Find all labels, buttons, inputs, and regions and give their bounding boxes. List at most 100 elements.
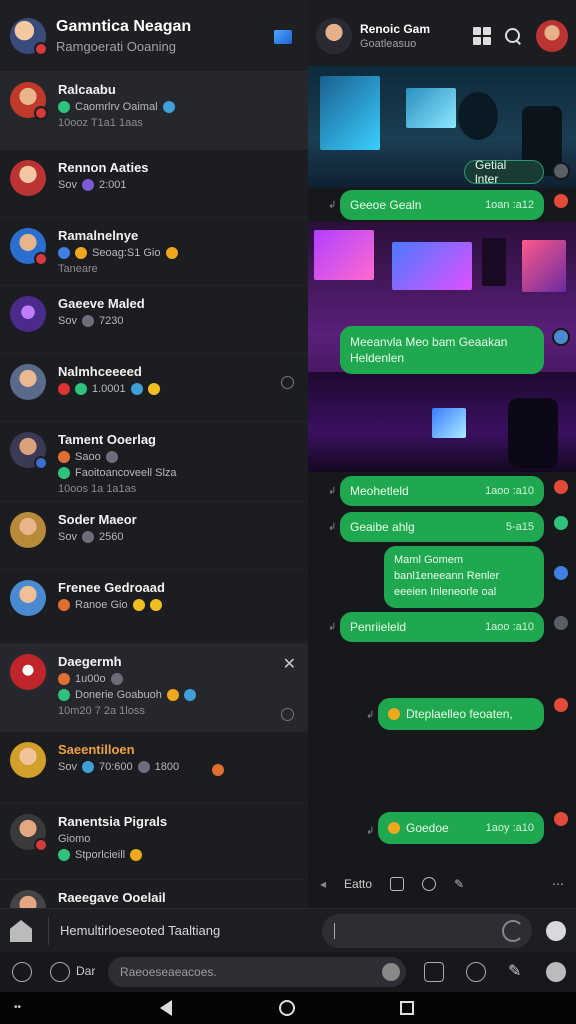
avatar[interactable] <box>316 18 352 54</box>
grid-icon[interactable] <box>473 27 491 45</box>
pen-icon[interactable]: ✎ <box>454 877 464 891</box>
chat-preview: Saoo <box>58 451 298 463</box>
voice-icon[interactable]: ◂ <box>320 877 326 891</box>
toolbar-label[interactable]: Eatto <box>344 877 372 891</box>
message-bubble[interactable]: Goedoe 1aoy :a10 <box>378 812 544 844</box>
leaf-icon <box>58 849 70 861</box>
reply-icon[interactable]: ↲ <box>328 200 336 211</box>
avatar <box>10 364 46 400</box>
mic-icon[interactable] <box>382 963 400 981</box>
avatar <box>10 580 46 616</box>
smiley-icon <box>388 708 400 720</box>
message-bubble[interactable]: Dteplaelleo feoaten, <box>378 698 544 730</box>
recents-icon[interactable] <box>400 1001 414 1015</box>
back-icon[interactable] <box>160 1000 172 1016</box>
list-item[interactable]: ✕ Daegermh 1u00o Donerie Goabuoh 10m20 7… <box>0 644 308 732</box>
list-item[interactable]: Tament Ooerlag Saoo Faoitoancoveell Slza… <box>0 422 308 502</box>
reply-icon[interactable]: ↲ <box>328 522 336 533</box>
search-input[interactable]: Raeoeseaeacoes. <box>108 957 406 987</box>
chat-preview: Ranoe Gio <box>58 599 298 611</box>
list-item[interactable]: Ranentsia Pigrals Giomo Stporlcieill <box>0 804 308 880</box>
smiley-icon <box>388 822 400 834</box>
compose-icon[interactable] <box>274 30 292 44</box>
home-icon[interactable] <box>10 920 32 942</box>
reply-icon[interactable]: ↲ <box>328 622 336 633</box>
monitor-image <box>314 230 374 280</box>
message-bubble[interactable]: Meohetleld 1aoo :a10 <box>340 476 544 506</box>
avatar[interactable] <box>10 17 48 56</box>
camera-icon[interactable] <box>422 877 437 891</box>
chat-preview: Giomo <box>58 833 91 845</box>
reply-icon[interactable]: ↲ <box>366 710 374 721</box>
list-item[interactable]: Frenee Gedroaad Ranoe Gio <box>0 570 308 644</box>
reaction-icon <box>110 673 123 685</box>
settings-icon[interactable] <box>546 921 566 941</box>
reaction-icon[interactable] <box>552 810 570 828</box>
list-item[interactable]: Saeentilloen Sov 70:600 1800 <box>0 732 308 804</box>
profile-icon[interactable] <box>12 962 32 982</box>
reaction-icon[interactable] <box>552 192 570 210</box>
globe-icon <box>81 761 94 773</box>
sticker-icon[interactable] <box>390 877 405 891</box>
shield-icon[interactable] <box>466 962 486 982</box>
home-button-icon[interactable] <box>279 1000 295 1016</box>
list-item[interactable]: Nalmhceeeed 1.0001 <box>0 354 308 422</box>
timer-icon[interactable] <box>50 962 70 982</box>
gallery-icon[interactable] <box>424 962 444 982</box>
composer-label: Hemultirloeseoted Taaltiang <box>60 923 221 938</box>
star-icon <box>149 599 162 611</box>
avatar <box>10 82 48 120</box>
reply-icon[interactable]: ↲ <box>366 826 374 837</box>
status-ring-icon <box>281 376 294 389</box>
more-icon[interactable]: ⋯ <box>552 877 564 891</box>
reaction-icon[interactable] <box>552 162 570 180</box>
plant-icon[interactable] <box>546 962 566 982</box>
reaction-icon[interactable] <box>552 564 570 582</box>
monitor-image <box>522 240 566 292</box>
emoji-icon[interactable] <box>502 920 524 942</box>
list-item[interactable]: Ralcaabu Caomrlrv Oaimal 10ooz T1a1 1aas <box>0 72 308 150</box>
list-item[interactable]: Soder Maeor Sov 2560 <box>0 502 308 570</box>
reaction-icon[interactable] <box>552 696 570 714</box>
text-caret <box>334 923 335 939</box>
monitor-image <box>406 88 456 128</box>
bottom-bar: Dar Raeoeseaeacoes. ✎ <box>0 952 576 992</box>
message-bubble[interactable]: Geeoe Gealn 1oan :a12 <box>340 190 544 220</box>
pen-icon[interactable]: ✎ <box>508 962 528 982</box>
message-bubble[interactable]: Penriieleld 1aoo :a10 <box>340 612 544 642</box>
message-bubble[interactable]: Maml Gomem banl1eneeann Renler eeeien In… <box>384 546 544 608</box>
leaf-icon <box>75 383 87 395</box>
reaction-icon <box>58 383 70 395</box>
avatar[interactable] <box>536 20 568 52</box>
close-icon[interactable]: ✕ <box>283 654 296 674</box>
chat-preview: Faoitoancoveell Slza <box>58 467 298 479</box>
list-item[interactable]: Gaeeve Maled Sov 7230 <box>0 286 308 354</box>
chat-name: Ralcaabu <box>58 82 116 97</box>
avatar <box>10 814 48 852</box>
message-bubble[interactable]: Geaibe ahlg 5-a15 <box>340 512 544 542</box>
list-item[interactable]: Rennon Aaties Sov 2:001 <box>0 150 308 218</box>
message-input[interactable] <box>322 914 532 948</box>
chat-preview: Sov 2560 <box>58 531 124 543</box>
list-item[interactable]: Ramalnelnye Seoag:S1 Gio Taneare <box>0 218 308 286</box>
reaction-icon[interactable] <box>552 514 570 532</box>
status-badge <box>34 252 48 266</box>
reaction-icon[interactable] <box>552 328 570 346</box>
composer-bar: Hemultirloeseoted Taaltiang <box>0 908 576 952</box>
monitor-image <box>320 76 380 150</box>
reaction-icon[interactable] <box>552 614 570 632</box>
search-placeholder: Raeoeseaeacoes. <box>120 965 217 979</box>
message-bubble[interactable]: Getial lnter <box>464 158 544 186</box>
globe-icon <box>183 689 196 701</box>
chat-name: Ranentsia Pigrals <box>58 814 168 829</box>
smiley-icon <box>166 689 179 701</box>
search-icon[interactable] <box>505 27 522 45</box>
list-item[interactable]: Raeegave Ooelail <box>0 880 308 908</box>
bottom-label[interactable]: Dar <box>76 964 95 978</box>
message-bubble[interactable]: Meeanvla Meo bam Geaakan Heldenlen <box>340 326 544 374</box>
reply-icon[interactable]: ↲ <box>328 486 336 497</box>
chat-name: Daegermh <box>58 654 122 669</box>
app-screen: Gamntica Neagan Ramgoerati Ooaning Ralca… <box>0 0 576 1024</box>
star-icon <box>132 599 145 611</box>
reaction-icon[interactable] <box>552 478 570 496</box>
